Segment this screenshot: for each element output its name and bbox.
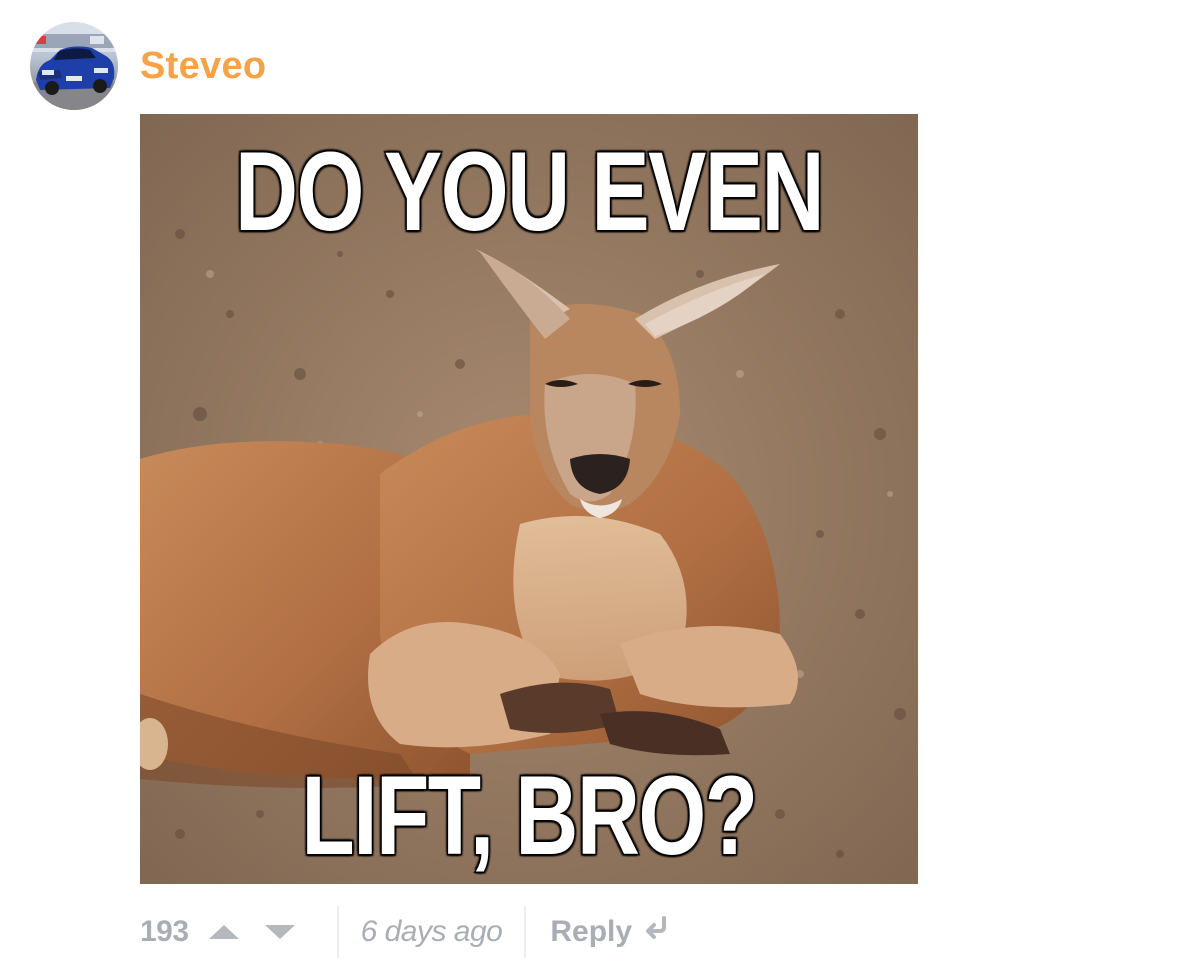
meme-top-text: DO YOU EVEN (234, 129, 826, 254)
timestamp[interactable]: 6 days ago (361, 915, 503, 949)
meme-image: DO YOU EVEN LIFT, BRO? (140, 114, 918, 884)
reply-label: Reply (550, 915, 633, 948)
divider (524, 906, 527, 958)
meme-bottom-text: LIFT, BRO? (300, 753, 759, 878)
vote-count: 193 (140, 915, 189, 948)
divider (336, 906, 339, 958)
comment: Steveo DO YOU EVEN LIFT, BRO? 193 6 days… (0, 0, 1200, 980)
comment-footer: 193 6 days ago Reply (140, 904, 670, 960)
author-name[interactable]: Steveo (140, 42, 266, 90)
avatar[interactable] (30, 22, 118, 110)
reply-arrow-icon (642, 915, 670, 949)
reply-button[interactable]: Reply (550, 915, 670, 949)
downvote-icon[interactable] (264, 925, 295, 939)
upvote-icon[interactable] (208, 925, 239, 939)
avatar-car-image (30, 22, 118, 110)
